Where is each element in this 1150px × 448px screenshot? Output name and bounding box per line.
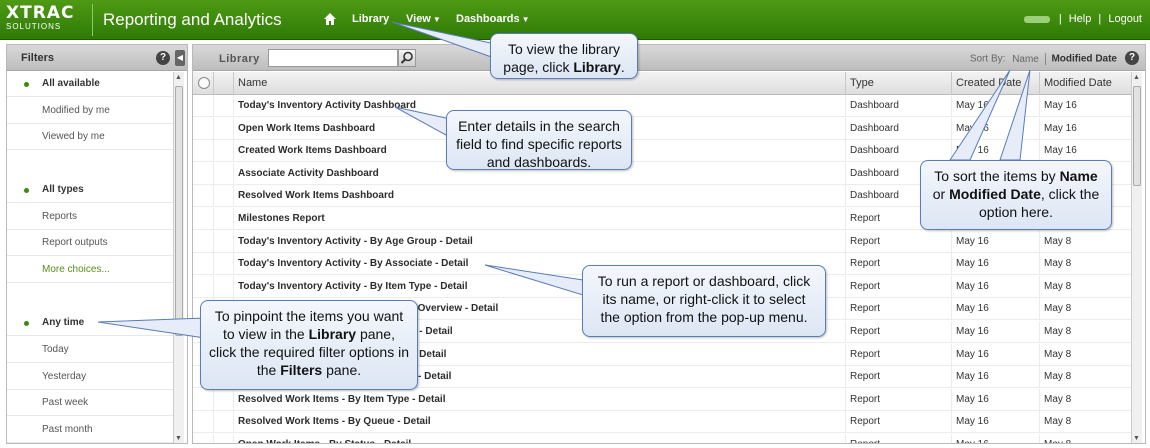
callout-run: To run a report or dashboard, click its … (582, 265, 826, 337)
callout-filters: To pinpoint the items you want to view i… (200, 300, 418, 390)
callout-sort-bold2: Modified Date (949, 186, 1041, 202)
callout-library: To view the library page, click Library. (490, 33, 638, 79)
callout-library-bold: Library (573, 59, 621, 75)
callout-filters-bold1: Library (308, 326, 357, 342)
callout-sort-bold1: Name (1059, 168, 1098, 184)
callout-sort-mid: or (932, 186, 950, 202)
callout-sort-text: To sort the items by (934, 168, 1060, 184)
callout-filters-end: pane. (322, 362, 362, 378)
callout-filters-bold2: Filters (280, 362, 323, 378)
callout-sort: To sort the items by Name or Modified Da… (920, 160, 1112, 230)
callout-search: Enter details in the search field to fin… (446, 110, 632, 170)
callout-library-end: . (620, 59, 625, 75)
